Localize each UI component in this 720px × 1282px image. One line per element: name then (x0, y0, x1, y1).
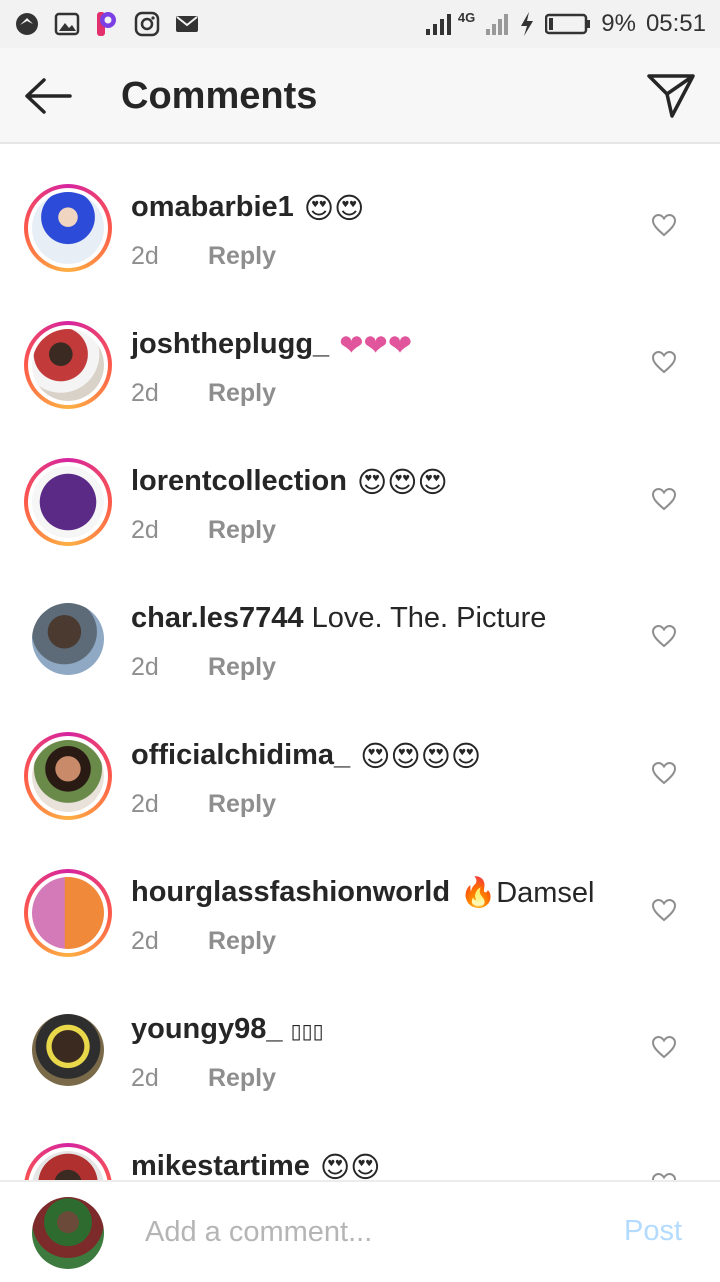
comment-meta: 2d Reply (131, 927, 276, 956)
status-bar: 4G 9% 05:51 (0, 0, 720, 48)
comment-item: char.les7744 Love. The. Picture 2d Reply (0, 595, 720, 732)
like-heart-icon[interactable] (651, 761, 677, 785)
comment-time: 2d (131, 516, 159, 544)
avatar[interactable] (24, 1143, 112, 1180)
comment-username[interactable]: omabarbie1 (131, 191, 294, 223)
comment-time: 2d (131, 242, 159, 270)
instagram-icon (134, 11, 160, 37)
like-heart-icon[interactable] (651, 213, 677, 237)
comment-username[interactable]: youngy98_ (131, 1013, 283, 1045)
like-heart-icon[interactable] (651, 898, 677, 922)
comment-text: youngy98_ ▯▯▯ (131, 1013, 324, 1046)
avatar[interactable] (24, 732, 112, 820)
mail-icon (174, 11, 200, 37)
comment-meta: 2d Reply (131, 790, 276, 819)
comment-body: 😍😍 (320, 1152, 381, 1180)
comment-item: omabarbie1 😍😍 2d Reply (0, 184, 720, 321)
comment-body: 😍😍😍 (356, 467, 448, 499)
reply-button[interactable]: Reply (208, 1064, 276, 1092)
like-heart-icon[interactable] (651, 350, 677, 374)
reply-button[interactable]: Reply (208, 653, 276, 681)
paper-plane-icon (647, 74, 695, 118)
comment-username[interactable]: hourglassfashionworld (131, 876, 450, 908)
comment-time: 2d (131, 927, 159, 955)
like-heart-icon[interactable] (651, 624, 677, 648)
my-avatar (32, 1197, 104, 1269)
reply-button[interactable]: Reply (208, 790, 276, 818)
like-heart-icon[interactable] (651, 487, 677, 511)
arrow-left-icon (25, 78, 72, 114)
avatar[interactable] (32, 603, 104, 675)
comment-text: joshtheplugg_ ❤❤❤ (131, 328, 412, 363)
comment-time: 2d (131, 1064, 159, 1092)
comment-body: 🔥Damsel (460, 877, 595, 910)
comment-username[interactable]: char.les7744 (131, 602, 304, 634)
comment-item: hourglassfashionworld 🔥Damsel 2d Reply (0, 869, 720, 1006)
reply-button[interactable]: Reply (208, 379, 276, 407)
avatar[interactable] (32, 1014, 104, 1086)
comment-item: youngy98_ ▯▯▯ 2d Reply (0, 1006, 720, 1143)
signal-icon (424, 11, 454, 37)
comment-meta: 2d Reply (131, 1064, 276, 1093)
reply-button[interactable]: Reply (208, 242, 276, 270)
page-title: Comments (121, 75, 318, 117)
network-label: 4G (457, 9, 476, 25)
comment-text: lorentcollection 😍😍😍 (131, 465, 448, 500)
comment-body: ❤❤❤ (339, 330, 413, 362)
battery-percent: 9% (601, 10, 636, 37)
status-bar-right: 4G 9% 05:51 (424, 10, 706, 38)
comment-username[interactable]: mikestartime (131, 1150, 310, 1180)
comment-username[interactable]: officialchidima_ (131, 739, 350, 771)
back-button[interactable] (22, 74, 74, 118)
comment-username[interactable]: joshtheplugg_ (131, 328, 329, 360)
comment-username[interactable]: lorentcollection (131, 465, 347, 497)
comment-item: officialchidima_ 😍😍😍😍 2d Reply (0, 732, 720, 869)
comment-meta: 2d Reply (131, 242, 276, 271)
comment-body: Love. The. Picture (311, 602, 547, 634)
comment-body: 😍😍😍😍 (360, 741, 482, 773)
comment-body: 😍😍 (303, 193, 365, 225)
comment-time: 2d (131, 379, 159, 407)
avatar[interactable] (24, 458, 112, 546)
battery-icon (545, 11, 591, 37)
comment-body: ▯▯▯ (290, 1021, 324, 1043)
clock: 05:51 (645, 10, 706, 37)
status-bar-left (14, 11, 200, 37)
gallery-icon (54, 11, 80, 37)
header-bar: Comments (0, 48, 720, 144)
comment-item: joshtheplugg_ ❤❤❤ 2d Reply (0, 321, 720, 458)
comment-item: mikestartime 😍😍 (0, 1143, 720, 1180)
comment-meta: 2d Reply (131, 653, 276, 682)
avatar[interactable] (24, 869, 112, 957)
comment-time: 2d (131, 790, 159, 818)
signal-2-icon (485, 11, 509, 37)
comment-text: officialchidima_ 😍😍😍😍 (131, 739, 481, 774)
reply-button[interactable]: Reply (208, 516, 276, 544)
comment-text: hourglassfashionworld 🔥Damsel (131, 876, 595, 910)
comment-text: char.les7744 Love. The. Picture (131, 602, 546, 635)
comment-item: lorentcollection 😍😍😍 2d Reply (0, 458, 720, 595)
charging-icon (519, 11, 535, 37)
comment-time: 2d (131, 653, 159, 681)
reply-button[interactable]: Reply (208, 927, 276, 955)
comment-text: omabarbie1 😍😍 (131, 191, 364, 226)
like-heart-icon[interactable] (651, 1035, 677, 1059)
comment-meta: 2d Reply (131, 379, 276, 408)
comment-list[interactable]: omabarbie1 😍😍 2d Reply joshtheplugg_ ❤❤❤… (0, 146, 720, 1180)
app-icon (14, 11, 40, 37)
avatar[interactable] (24, 184, 112, 272)
like-heart-icon[interactable] (651, 1172, 677, 1180)
avatar[interactable] (24, 321, 112, 409)
comment-text: mikestartime 😍😍 (131, 1150, 380, 1180)
share-button[interactable] (646, 70, 696, 120)
comment-input[interactable] (145, 1210, 585, 1254)
p-app-icon (94, 11, 120, 37)
comment-meta: 2d Reply (131, 516, 276, 545)
comment-composer: Post (0, 1180, 720, 1282)
post-button[interactable]: Post (624, 1215, 682, 1248)
